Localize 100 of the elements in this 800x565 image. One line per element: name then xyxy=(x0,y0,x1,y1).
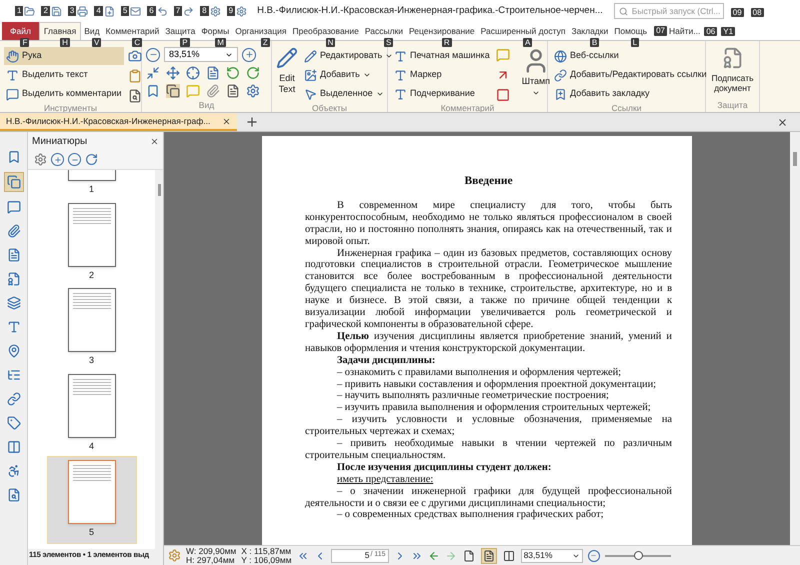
cursor-y-text: Y : 106,09мм xyxy=(241,556,292,564)
save-icon[interactable] xyxy=(50,6,62,16)
slider-thumb[interactable] xyxy=(634,551,643,560)
keytip-badge: N xyxy=(326,38,336,48)
document-heading: Введение xyxy=(463,176,514,188)
rotate-left-icon[interactable] xyxy=(226,66,240,80)
document-paragraph: – привить навыки составления и оформления проектной документации; xyxy=(336,378,658,390)
ribbon-tab[interactable]: Помощь xyxy=(611,22,650,40)
ribbon-tab[interactable]: Рассылки xyxy=(362,22,406,40)
find-document-icon[interactable] xyxy=(128,89,142,103)
link-icon[interactable] xyxy=(4,390,22,408)
page-thumbnail[interactable]: 5 xyxy=(46,456,136,544)
document-paragraph: – изучить правила выполнения и оформления строительных чертежей; xyxy=(336,402,652,414)
zoom-slider[interactable] xyxy=(604,550,671,560)
rectangle-icon[interactable] xyxy=(496,88,510,102)
keytip-badge: L xyxy=(630,38,640,48)
page-thumbnail[interactable]: 2 xyxy=(46,200,136,285)
zoom-in-icon[interactable] xyxy=(51,153,64,166)
ribbon-button[interactable]: Выделить текст xyxy=(4,66,124,84)
document-paragraph: – о значении инженерной графики для будущей профессиональной деятельности и о связи ее с другими дисциплинами специальности; xyxy=(305,486,672,510)
zoom-field[interactable]: 83,51% xyxy=(520,548,583,562)
gear-icon[interactable] xyxy=(34,153,47,166)
search-icon xyxy=(618,6,628,16)
zoom-out-icon[interactable] xyxy=(68,153,81,166)
undo-icon[interactable] xyxy=(156,6,168,16)
ribbon-button[interactable]: Рука xyxy=(4,47,124,65)
rotate-icon[interactable] xyxy=(85,153,98,166)
keytip-badge: 2 xyxy=(41,6,50,16)
page-thumbnail[interactable]: 4 xyxy=(46,370,136,456)
keytip-badge: 9 xyxy=(226,6,236,16)
layers-icon[interactable] xyxy=(4,294,22,312)
keytip-badge: 8 xyxy=(200,6,209,16)
close-icon[interactable] xyxy=(777,116,788,128)
image-add-icon xyxy=(304,68,317,82)
mail-icon[interactable] xyxy=(130,6,142,16)
gear-icon[interactable] xyxy=(246,84,260,98)
close-icon[interactable] xyxy=(222,116,232,126)
caret-icon xyxy=(385,52,394,60)
ribbon-button[interactable]: Добавить/Редактировать ссылки xyxy=(552,66,709,84)
scrollbar[interactable] xyxy=(155,170,163,549)
printer-icon[interactable] xyxy=(77,6,88,16)
find-button[interactable]: Найти... xyxy=(668,24,700,38)
sign-document-button[interactable]: Подписать документ xyxy=(710,47,755,93)
zoom-field[interactable]: 83,51% xyxy=(164,47,238,62)
close-icon[interactable] xyxy=(150,136,159,146)
ribbon-tab[interactable]: Формы xyxy=(198,22,232,40)
gear-icon[interactable] xyxy=(168,549,181,562)
ribbon-tab[interactable]: Вид xyxy=(81,22,103,40)
pages-icon[interactable] xyxy=(166,84,180,98)
clipboard-icon[interactable] xyxy=(128,69,142,83)
rotate-right-icon[interactable] xyxy=(246,66,260,80)
ribbon-button[interactable]: Выделить комментарии xyxy=(4,85,124,103)
page-view-icon[interactable] xyxy=(480,548,497,564)
file-add-icon[interactable] xyxy=(104,6,115,16)
tag-icon[interactable] xyxy=(4,414,22,432)
scrollbar[interactable] xyxy=(790,132,800,545)
ribbon-tab[interactable]: Файл xyxy=(2,22,39,40)
group-label: Комментарий xyxy=(440,103,496,114)
text-icon xyxy=(394,68,407,82)
zoom-out-icon[interactable] xyxy=(588,550,600,562)
new-tab-icon[interactable] xyxy=(245,115,260,129)
keytip-badge: 3 xyxy=(68,6,76,16)
bookmark-icon[interactable] xyxy=(146,84,160,98)
gear-icon[interactable] xyxy=(210,6,221,16)
ribbon-tab[interactable]: Главная xyxy=(38,22,82,40)
ribbon-button[interactable]: Добавить закладку xyxy=(552,85,709,103)
page-view-icon[interactable] xyxy=(462,548,476,562)
caret-icon xyxy=(376,90,384,98)
redo-icon[interactable] xyxy=(183,6,194,16)
ribbon-tab[interactable]: Защита xyxy=(162,22,198,40)
keytip-badge: 5 xyxy=(120,6,130,16)
page-thumbnail[interactable]: 3 xyxy=(46,285,136,370)
globe-icon xyxy=(554,50,567,62)
stamp-button[interactable]: Штамп xyxy=(522,47,550,96)
ribbon-tab[interactable]: Закладки xyxy=(568,22,612,40)
document-tab[interactable]: Н.В.-Филисюк-Н.И.-Красовская-Инженерная-граф... xyxy=(0,113,238,131)
page-view-icon[interactable] xyxy=(502,548,516,562)
ribbon-tab[interactable]: Рецензирование xyxy=(406,22,478,40)
comment-icon[interactable] xyxy=(4,198,22,216)
ribbon-tab[interactable]: Расширенный доступ xyxy=(478,22,568,40)
folder-icon[interactable] xyxy=(24,6,36,16)
ribbon-tab[interactable]: Преобразование xyxy=(289,22,362,40)
document-icon[interactable] xyxy=(226,84,240,98)
keytip-badge: Z xyxy=(260,38,270,48)
pages-icon[interactable] xyxy=(4,172,24,192)
camera-icon[interactable] xyxy=(128,49,142,63)
document-paragraph: Целью изучения дисциплины является приобретение знаний, умений и навыков оформления и чтения конструкторской документации. xyxy=(305,330,672,355)
ribbon-button[interactable]: Веб-ссылки xyxy=(552,47,709,65)
paperclip-icon[interactable] xyxy=(206,84,220,98)
back-icon[interactable] xyxy=(428,550,440,562)
edit-text-button[interactable]: Edit Text xyxy=(276,47,298,95)
bookmark-add-icon xyxy=(554,88,567,100)
certificate-icon xyxy=(722,47,744,69)
zoom-in-icon[interactable] xyxy=(242,48,256,62)
gear-icon[interactable] xyxy=(236,6,248,16)
document-paragraph: – о современных средствах выполнения графических работ; xyxy=(336,509,604,522)
ribbon-tab[interactable]: Комментарий xyxy=(102,22,162,40)
zoom-out-icon[interactable] xyxy=(146,48,160,62)
ribbon-tab[interactable]: Организация xyxy=(232,22,290,40)
page-thumbnail[interactable]: 1 xyxy=(46,170,136,200)
